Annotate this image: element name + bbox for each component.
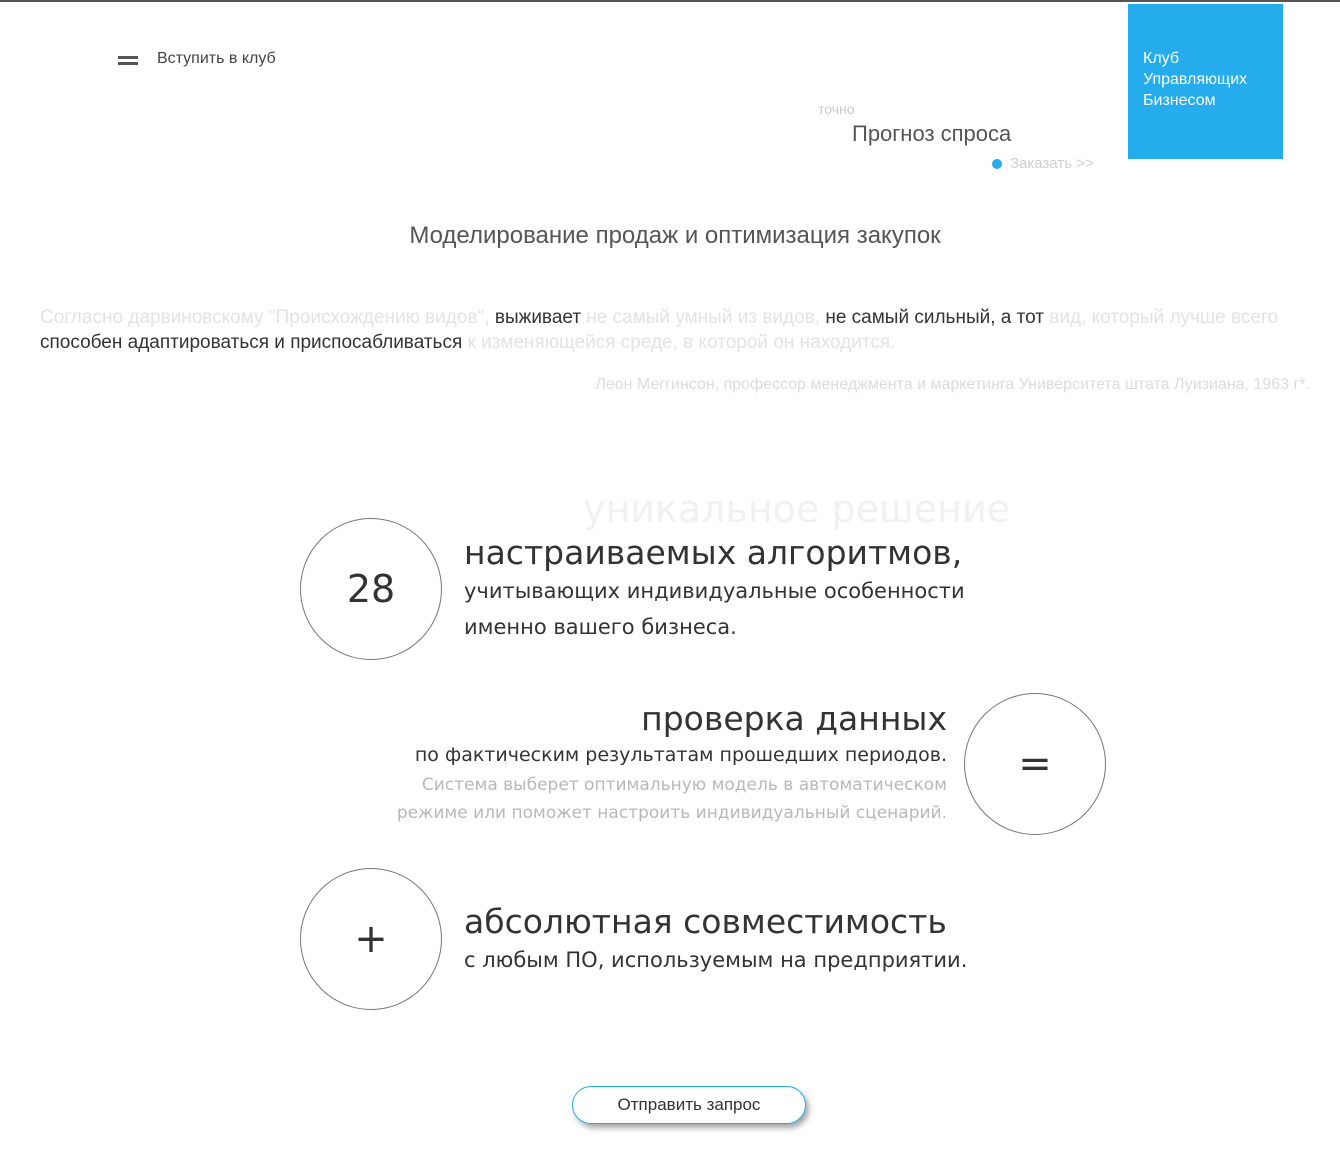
tagline: уникальное решение (583, 487, 1011, 531)
feature-text: именно вашего бизнеса. (464, 615, 737, 639)
feature-text: учитывающих индивидуальные особенности (464, 579, 965, 603)
dot-icon (992, 158, 1002, 169)
feature-note: Система выберет оптимальную модель в авт… (421, 775, 947, 795)
feature-text: по фактическим результатам прошедших пер… (414, 744, 947, 766)
page: Вступить в клуб Клуб Управляющих Бизнесо… (0, 0, 1340, 1157)
hamburger-icon[interactable] (118, 54, 138, 65)
top-divider (0, 0, 1340, 2)
plus-circle: + (300, 868, 442, 1010)
logo-line-2: Управляющих (1143, 71, 1248, 88)
quote-highlight: способен адаптироваться и приспосабливат… (40, 332, 463, 353)
service-tag: точно (818, 101, 855, 117)
feature-data-check: проверка данных по фактическим результат… (397, 699, 947, 827)
quote-part: не самый умный из видов, (581, 307, 826, 328)
order-link-label[interactable]: Заказать >> (1010, 155, 1094, 172)
join-club-label[interactable]: Вступить в клуб (157, 50, 276, 68)
equals-circle: = (964, 693, 1106, 835)
service-title: Прогноз спроса (852, 121, 1012, 146)
logo-line-3: Бизнесом (1143, 92, 1216, 109)
darwin-quote: Согласно дарвиновскому "Происхождению ви… (40, 305, 1310, 355)
feature-note: режиме или поможет настроить индивидуаль… (396, 803, 947, 823)
page-title: Моделирование продаж и оптимизация закуп… (409, 222, 941, 249)
club-logo[interactable]: Клуб Управляющих Бизнесом (1128, 4, 1283, 159)
order-link[interactable]: Заказать >> (992, 155, 1094, 172)
feature-heading: абсолютная совместимость (464, 902, 947, 941)
logo-line-1: Клуб (1143, 50, 1179, 67)
quote-highlight: не самый сильный, а тот (825, 307, 1044, 328)
feature-heading: настраиваемых алгоритмов, (464, 533, 963, 572)
feature-text: с любым ПО, используемым на предприятии. (464, 948, 968, 972)
feature-compatibility: абсолютная совместимость с любым ПО, исп… (464, 902, 967, 978)
feature-algorithms: настраиваемых алгоритмов, учитывающих ин… (464, 533, 965, 645)
send-request-button[interactable]: Отправить запрос (572, 1086, 806, 1124)
quote-part: Согласно дарвиновскому "Происхождению ви… (40, 307, 495, 328)
quote-highlight: выживает (494, 307, 582, 328)
quote-part: к изменяющейся среде, в которой он наход… (462, 332, 896, 353)
algorithms-count-circle: 28 (300, 518, 442, 660)
quote-author: Леон Меггинсон, профессор менеджмента и … (595, 376, 1310, 393)
feature-heading: проверка данных (641, 699, 947, 738)
join-club-menu-button[interactable]: Вступить в клуб (118, 50, 276, 68)
quote-part: вид, который лучше всего (1043, 307, 1279, 328)
